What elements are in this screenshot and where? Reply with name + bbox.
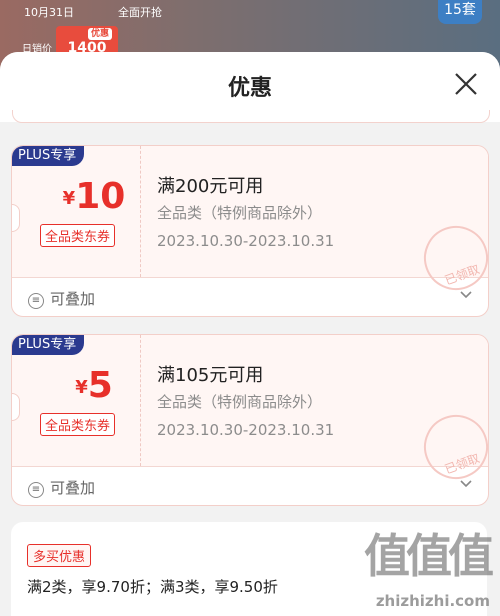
coupon-divider: [140, 146, 141, 277]
amount-value: 10: [75, 176, 126, 217]
banner-price-tag: 优惠: [88, 28, 113, 40]
previous-coupon-edge: [12, 110, 490, 123]
coupon-body: PLUS专享 ¥5 全品类东券 满105元可用 全品类（特例商品除外） 2023…: [12, 335, 488, 489]
coupon-type-tag: 全品类东券: [40, 413, 116, 436]
stackable-label: ≡ 可叠加: [28, 288, 95, 309]
coupon-notch: [12, 204, 20, 232]
stackable-label: ≡ 可叠加: [28, 477, 95, 498]
coupon-notch: [12, 393, 20, 421]
banner-date: 10月31日: [24, 6, 74, 19]
coupon-amount: ¥10: [44, 176, 144, 217]
coupon-condition: 满105元可用: [157, 365, 264, 386]
stack-icon: ≡: [28, 482, 44, 498]
sheet-title: 优惠: [227, 76, 272, 101]
coupon-validity: 2023.10.30-2023.10.31: [157, 421, 335, 439]
chevron-down-icon[interactable]: [458, 475, 474, 491]
stackable-text: 可叠加: [50, 290, 96, 308]
watermark-logo: 值值值: [364, 529, 494, 583]
chevron-down-icon[interactable]: [458, 286, 474, 302]
coupon-scope: 全品类（特例商品除外）: [157, 204, 323, 222]
banner-promo: 全面开抢: [118, 6, 162, 19]
claimed-stamp: 已领取: [414, 216, 488, 300]
coupon-card[interactable]: PLUS专享 ¥10 全品类东券 满200元可用 全品类（特例商品除外） 202…: [11, 145, 489, 317]
coupon-card[interactable]: PLUS专享 ¥5 全品类东券 满105元可用 全品类（特例商品除外） 2023…: [11, 334, 489, 506]
stackable-text: 可叠加: [50, 479, 96, 497]
coupon-amount: ¥5: [44, 365, 144, 406]
coupon-type-tag: 全品类东券: [40, 224, 116, 247]
plus-badge: PLUS专享: [12, 146, 85, 166]
coupon-scope: 全品类（特例商品除外）: [157, 393, 323, 411]
close-icon[interactable]: [454, 72, 478, 96]
amount-value: 5: [87, 365, 113, 406]
currency-symbol: ¥: [75, 377, 88, 398]
watermark-url: zhizhizhi.com: [375, 592, 490, 610]
multi-buy-description: 满2类，享9.70折；满3类，享9.50折: [27, 578, 278, 596]
stack-icon: ≡: [28, 293, 44, 309]
claimed-stamp: 已领取: [414, 405, 488, 489]
watermark: 值值值 zhizhizhi.com: [346, 520, 494, 616]
coupon-body: PLUS专享 ¥10 全品类东券 满200元可用 全品类（特例商品除外） 202…: [12, 146, 488, 300]
banner-count: 15套: [438, 0, 482, 24]
plus-badge: PLUS专享: [12, 335, 85, 355]
coupon-divider: [140, 335, 141, 466]
coupon-condition: 满200元可用: [157, 176, 264, 197]
multi-buy-badge: 多买优惠: [27, 544, 92, 567]
coupon-validity: 2023.10.30-2023.10.31: [157, 232, 335, 250]
currency-symbol: ¥: [62, 188, 76, 209]
